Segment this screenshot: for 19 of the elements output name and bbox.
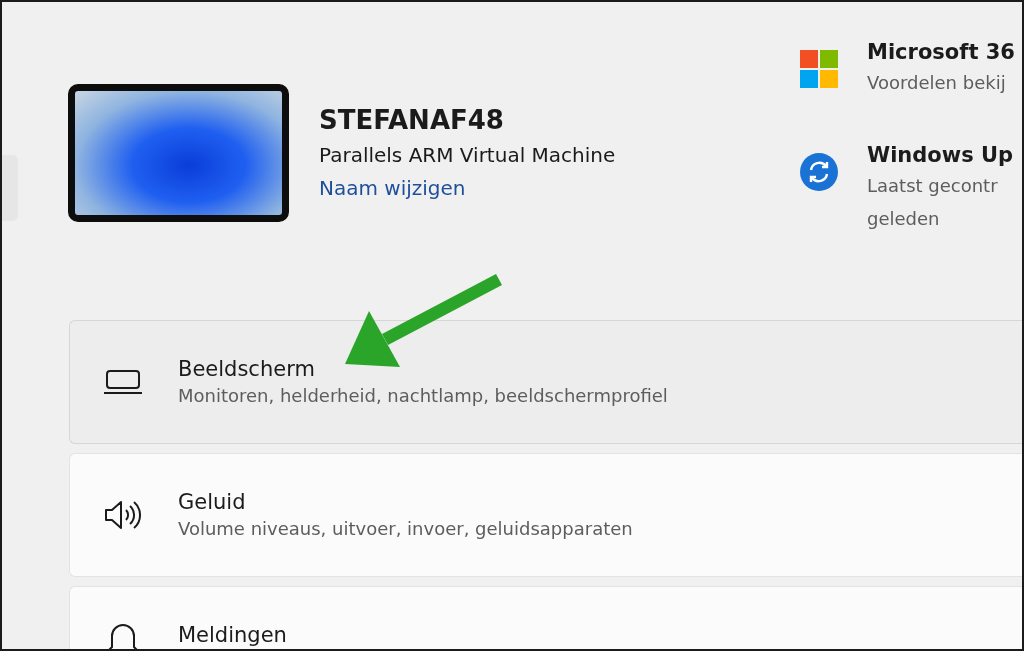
setting-description: Volume niveaus, uitvoer, invoer, geluidsapparaten	[178, 517, 633, 541]
device-name: STEFANAF48	[319, 104, 505, 137]
settings-card[interactable]: Geluid Volume niveaus, uitvoer, invoer, geluidsapparaten	[69, 453, 1022, 577]
tile-title: Windows Up	[867, 142, 1014, 169]
tile-title: Microsoft 36	[867, 39, 1015, 66]
refresh-icon	[800, 153, 838, 191]
laptop-icon	[104, 369, 142, 395]
settings-card[interactable]: Beeldscherm Monitoren, helderheid, nachtlamp, beeldschermprofiel	[69, 320, 1022, 444]
setting-title: Meldingen	[178, 622, 287, 649]
tile-description: Voordelen bekij	[867, 71, 1007, 95]
speaker-icon	[104, 499, 142, 531]
settings-card[interactable]: Meldingen	[69, 586, 1022, 649]
four-squares-icon	[800, 50, 838, 88]
setting-title: Beeldscherm	[178, 356, 316, 383]
rename-link[interactable]: Naam wijzigen	[319, 176, 466, 200]
setting-title: Geluid	[178, 489, 247, 516]
device-model: Parallels ARM Virtual Machine	[319, 142, 616, 169]
setting-description: Monitoren, helderheid, nachtlamp, beeldschermprofiel	[178, 384, 668, 408]
tile-description: Laatst gecontr geleden	[867, 174, 999, 231]
